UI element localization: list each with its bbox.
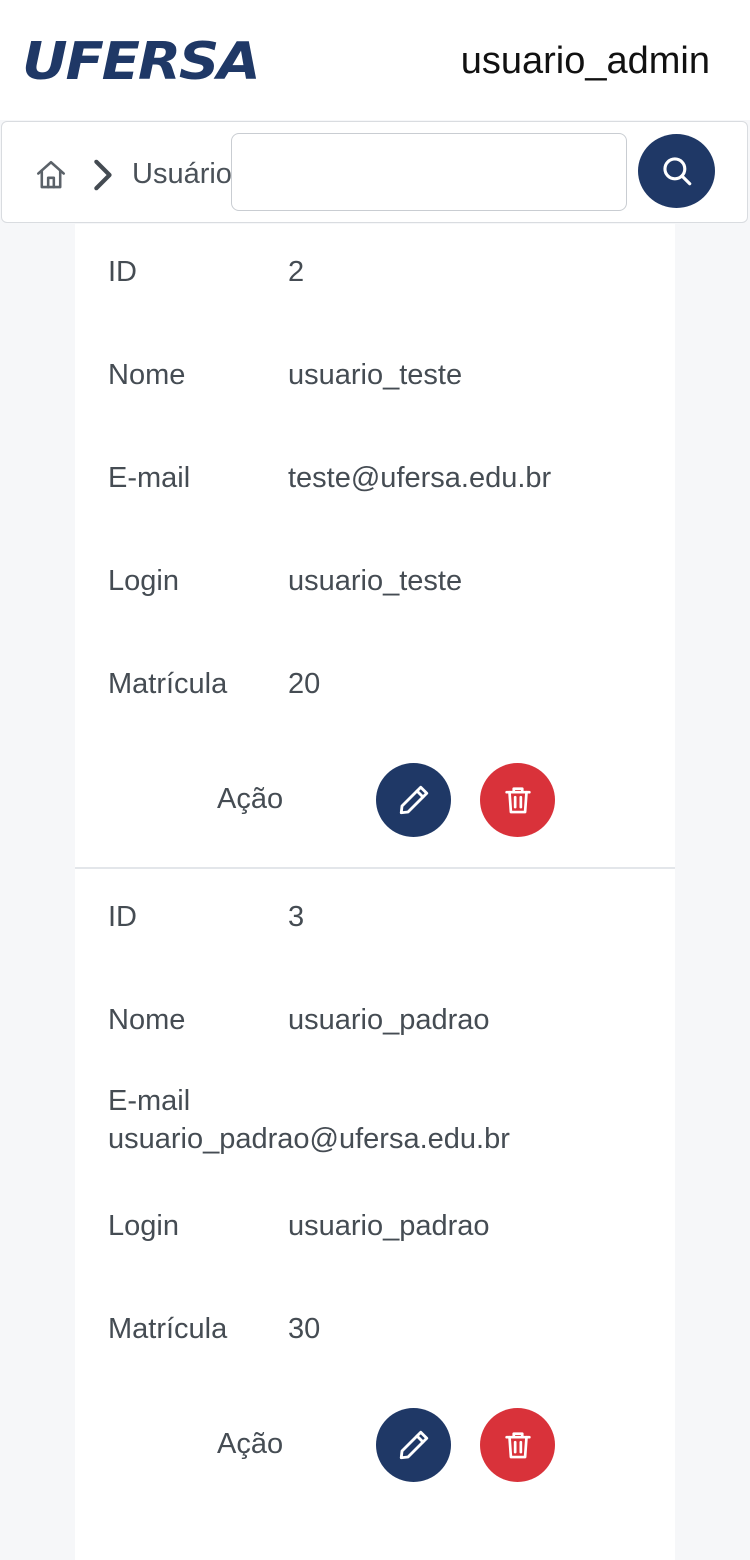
matricula-label: Matrícula (108, 668, 228, 700)
trash-icon (501, 783, 535, 817)
nome-value: usuario_teste (288, 359, 463, 391)
search-button[interactable] (638, 134, 715, 208)
nome-value: usuario_padrao (288, 1004, 490, 1036)
search-input[interactable] (231, 133, 627, 211)
pencil-icon (396, 1427, 432, 1463)
login-value: usuario_teste (288, 565, 463, 597)
acao-label: Ação (217, 783, 284, 815)
field-row-id: ID 2 (75, 224, 675, 327)
field-row-nome: Nome usuario_teste (75, 327, 675, 430)
field-row-email: E-mail usuario_padrao@ufersa.edu.br (75, 1075, 675, 1178)
field-row-email: E-mail teste@ufersa.edu.br (75, 430, 675, 533)
users-list: ID 2 Nome usuario_teste E-mail teste@ufe… (75, 224, 675, 1560)
current-user-name[interactable]: usuario_admin (461, 38, 710, 84)
login-label: Login (108, 565, 179, 597)
pencil-icon (396, 782, 432, 818)
matricula-value: 20 (288, 668, 321, 700)
matricula-label: Matrícula (108, 1313, 228, 1345)
login-label: Login (108, 1210, 179, 1242)
action-row: Ação (75, 1384, 675, 1512)
email-label: E-mail (108, 462, 191, 494)
breadcrumb-current[interactable]: Usuários (132, 154, 232, 194)
id-value: 3 (288, 901, 305, 933)
email-label: E-mail (108, 1085, 191, 1117)
field-row-login: Login usuario_padrao (75, 1178, 675, 1281)
field-row-nome: Nome usuario_padrao (75, 972, 675, 1075)
acao-label: Ação (217, 1428, 284, 1460)
user-record: ID 3 Nome usuario_padrao E-mail usuario_… (75, 867, 675, 1512)
edit-button[interactable] (376, 1408, 451, 1482)
nome-label: Nome (108, 359, 186, 391)
field-row-id: ID 3 (75, 869, 675, 972)
email-value: usuario_padrao@ufersa.edu.br (108, 1123, 510, 1155)
breadcrumb-search-bar: Usuários (1, 121, 748, 223)
app-header: UFERSA usuario_admin (0, 0, 750, 120)
delete-button[interactable] (480, 763, 555, 837)
search-icon (660, 154, 694, 188)
edit-button[interactable] (376, 763, 451, 837)
id-value: 2 (288, 256, 305, 288)
field-row-matricula: Matrícula 30 (75, 1281, 675, 1384)
id-label: ID (108, 256, 137, 288)
action-row: Ação (75, 739, 675, 867)
field-row-matricula: Matrícula 20 (75, 636, 675, 739)
login-value: usuario_padrao (288, 1210, 490, 1242)
delete-button[interactable] (480, 1408, 555, 1482)
field-row-login: Login usuario_teste (75, 533, 675, 636)
trash-icon (501, 1428, 535, 1462)
email-value: teste@ufersa.edu.br (288, 462, 552, 494)
chevron-right-icon (90, 158, 114, 192)
user-record: ID 2 Nome usuario_teste E-mail teste@ufe… (75, 224, 675, 867)
home-icon[interactable] (34, 158, 68, 192)
nome-label: Nome (108, 1004, 186, 1036)
ufersa-logo[interactable]: UFERSA (22, 36, 261, 88)
id-label: ID (108, 901, 137, 933)
matricula-value: 30 (288, 1313, 321, 1345)
